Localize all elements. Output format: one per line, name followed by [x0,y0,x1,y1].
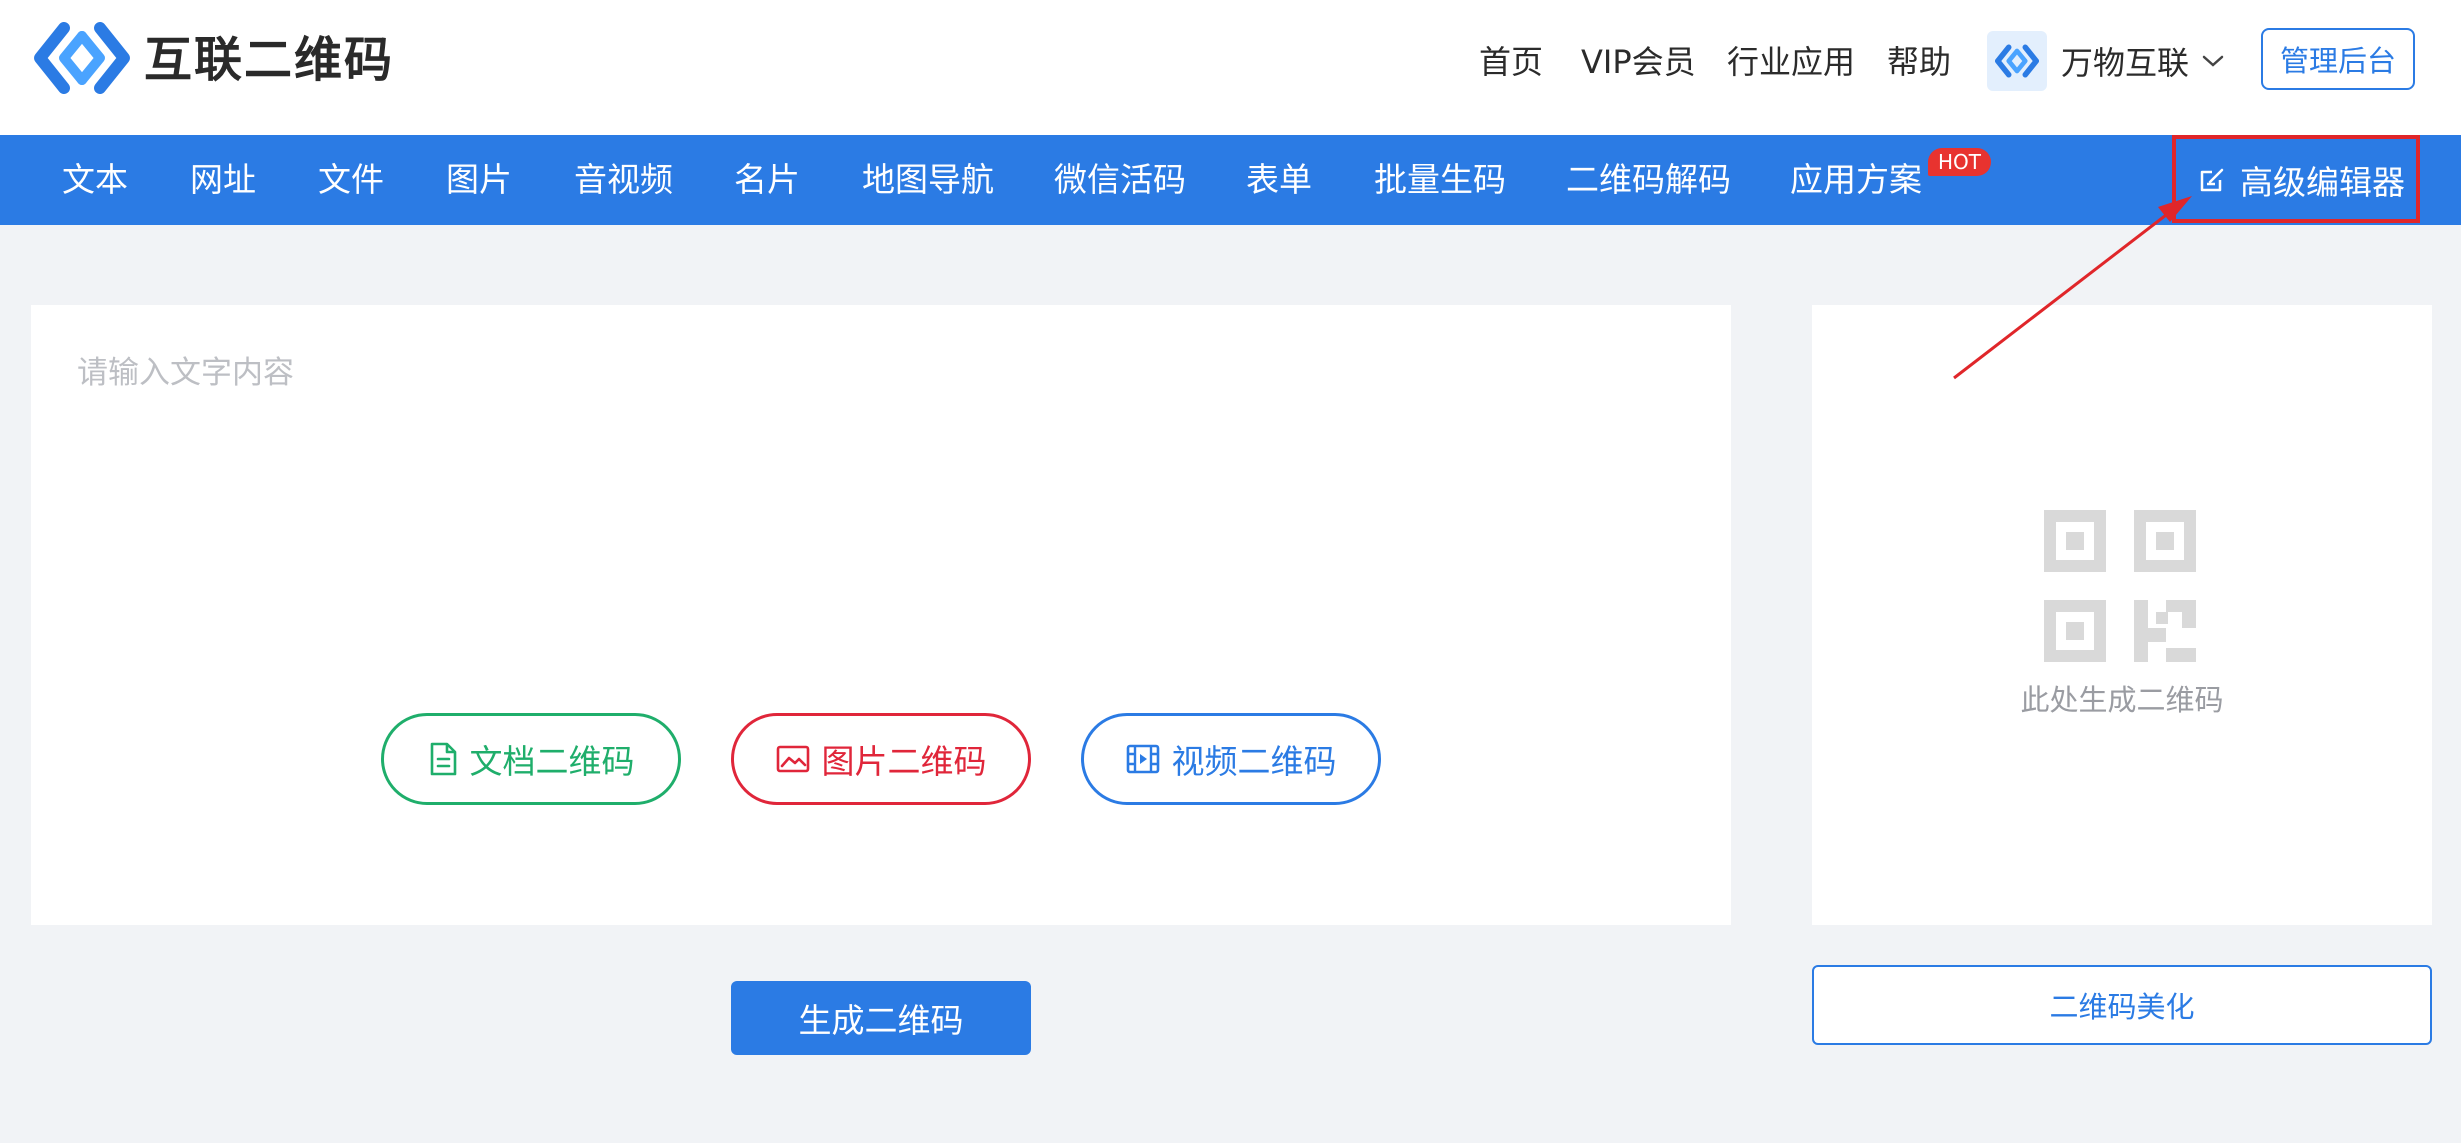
doc-qr-label: 文档二维码 [469,742,635,781]
video-icon [1126,744,1159,774]
cat-decode[interactable]: 二维码解码 [1566,157,1731,203]
cat-map[interactable]: 地图导航 [862,157,994,203]
hot-badge: HOT [1928,148,1991,176]
video-qr-label: 视频二维码 [1171,742,1337,781]
chevron-down-icon [2202,55,2224,67]
qr-caption: 此处生成二维码 [2020,683,2224,717]
cat-url[interactable]: 网址 [190,157,256,203]
nav-vip[interactable]: VIP会员 [1581,40,1696,84]
category-nav: 文本 网址 文件 图片 音视频 名片 地图导航 微信活码 表单 批量生码 二维码… [0,135,2461,225]
beautify-qr-button[interactable]: 二维码美化 [1812,965,2432,1045]
cat-image[interactable]: 图片 [446,157,512,203]
brand-name[interactable]: 互联二维码 [144,28,394,92]
cat-batch[interactable]: 批量生码 [1374,157,1506,203]
cat-card[interactable]: 名片 [734,157,800,203]
image-icon [776,745,809,773]
nav-industry[interactable]: 行业应用 [1727,40,1855,84]
nav-help[interactable]: 帮助 [1887,40,1951,84]
account-dropdown[interactable]: 万物互联 [1987,30,2225,92]
admin-button[interactable]: 管理后台 [2261,28,2415,90]
text-content-input[interactable] [75,345,1679,649]
nav-home[interactable]: 首页 [1479,40,1543,84]
generate-qr-button[interactable]: 生成二维码 [731,981,1031,1055]
account-label: 万物互联 [2061,44,2190,82]
input-panel: 文档二维码 图片二维码 视频二维码 [31,305,1731,925]
cat-wechat[interactable]: 微信活码 [1054,157,1186,203]
image-qr-label: 图片二维码 [821,742,987,781]
document-icon [430,742,456,776]
qr-preview-panel: 此处生成二维码 [1812,305,2432,925]
cat-file[interactable]: 文件 [318,157,384,203]
image-qr-button[interactable]: 图片二维码 [731,713,1031,805]
account-logo-icon [1987,31,2047,91]
cat-text[interactable]: 文本 [62,157,128,203]
highlight-box [2172,135,2420,223]
doc-qr-button[interactable]: 文档二维码 [381,713,681,805]
video-qr-button[interactable]: 视频二维码 [1081,713,1381,805]
qr-code-icon [2044,510,2196,662]
cat-form[interactable]: 表单 [1246,157,1312,203]
cat-solutions[interactable]: 应用方案 [1790,157,1922,203]
cat-av[interactable]: 音视频 [574,157,673,203]
brand-logo-icon[interactable] [34,22,130,94]
top-header: 互联二维码 首页 VIP会员 行业应用 帮助 万物互联 管理后台 [0,0,2461,135]
